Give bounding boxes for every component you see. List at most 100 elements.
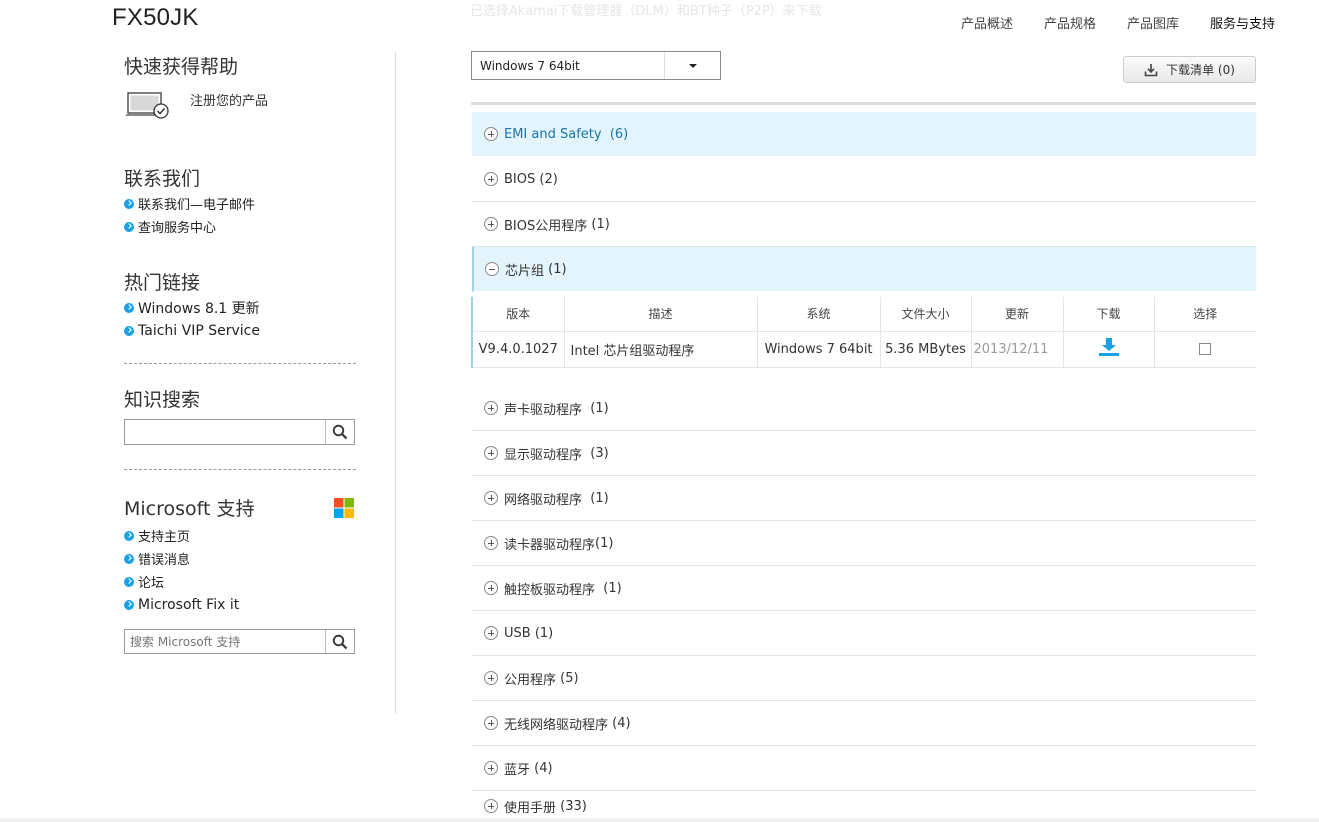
register-product-link[interactable]: 注册您的产品 xyxy=(124,90,356,130)
contact-email-link[interactable]: 联系我们—电子邮件 xyxy=(124,192,356,215)
ms-search-input[interactable] xyxy=(125,630,325,653)
category-count: (4) xyxy=(612,715,631,731)
row-system: Windows 7 64bit xyxy=(757,331,881,368)
dropdown-arrow-icon xyxy=(664,52,720,79)
taichi-vip-label: Taichi VIP Service xyxy=(138,322,260,339)
category-chipset[interactable]: 芯片组 (1) xyxy=(472,247,1256,292)
category-bios[interactable]: BIOS (2) xyxy=(472,157,1256,202)
search-icon xyxy=(332,634,348,649)
row-version: V9.4.0.1027 xyxy=(472,331,565,368)
collapse-minus-icon xyxy=(485,262,499,276)
category-label: BIOS xyxy=(504,171,536,187)
ms-home-label: 支持主页 xyxy=(138,530,191,545)
col-description: 描述 xyxy=(564,297,758,332)
category-count: (6) xyxy=(609,126,629,142)
expand-plus-icon xyxy=(484,761,498,775)
taichi-vip-link[interactable]: Taichi VIP Service xyxy=(124,319,356,342)
microsoft-header: Microsoft 支持 xyxy=(124,494,356,524)
ms-fixit-link[interactable]: Microsoft Fix it xyxy=(124,593,356,616)
register-product-label: 注册您的产品 xyxy=(190,94,269,109)
sidebar-divider-2 xyxy=(124,469,356,470)
col-version: 版本 xyxy=(472,297,565,332)
sidebar: 快速获得帮助 注册您的产品 联系我们 联系我们—电子邮件 查询服务中心 热门链接… xyxy=(124,52,356,654)
category-label: EMI and Safety xyxy=(504,126,602,142)
category-count: (2) xyxy=(539,171,558,187)
expand-plus-icon xyxy=(484,716,498,730)
microsoft-support-title: Microsoft 支持 xyxy=(124,498,255,520)
category-label: 触控板驱动程序 xyxy=(504,582,596,598)
chevron-right-icon xyxy=(124,530,134,541)
bottom-border xyxy=(0,818,1319,822)
category-count: (1) xyxy=(595,535,614,551)
expand-plus-icon xyxy=(484,446,498,460)
category-bios-utility[interactable]: BIOS公用程序 (1) xyxy=(472,202,1256,247)
expand-plus-icon xyxy=(484,799,498,813)
category-label: BIOS公用程序 xyxy=(504,218,588,234)
expand-plus-icon xyxy=(484,671,498,685)
ms-fixit-label: Microsoft Fix it xyxy=(138,596,240,613)
download-arrow-icon xyxy=(1098,338,1119,356)
download-button[interactable] xyxy=(1098,337,1120,361)
ms-home-link[interactable]: 支持主页 xyxy=(124,524,356,547)
category-bluetooth[interactable]: 蓝牙 (4) xyxy=(472,746,1256,791)
service-center-link[interactable]: 查询服务中心 xyxy=(124,215,356,238)
contact-title: 联系我们 xyxy=(124,168,201,190)
row-download-cell xyxy=(1063,331,1155,368)
knowledge-search-title: 知识搜索 xyxy=(124,389,201,411)
nav-specs[interactable]: 产品规格 xyxy=(1044,13,1096,32)
knowledge-search-input[interactable] xyxy=(125,420,325,444)
expand-plus-icon xyxy=(484,581,498,595)
chipset-driver-table: 版本 描述 系统 文件大小 更新 下载 选择 V9.4.0.1027 Intel… xyxy=(471,297,1256,368)
nav-support[interactable]: 服务与支持 xyxy=(1210,13,1275,32)
expand-plus-icon xyxy=(484,536,498,550)
category-label: 读卡器驱动程序 xyxy=(504,537,596,553)
list-top-line xyxy=(471,102,1256,105)
category-count: (5) xyxy=(560,670,579,686)
ms-errors-link[interactable]: 错误消息 xyxy=(124,547,356,570)
ms-search-button[interactable] xyxy=(325,630,354,653)
category-card-reader[interactable]: 读卡器驱动程序 (1) xyxy=(472,521,1256,566)
category-touchpad[interactable]: 触控板驱动程序 (1) xyxy=(472,566,1256,611)
ms-forum-label: 论坛 xyxy=(138,576,165,591)
category-usb[interactable]: USB (1) xyxy=(472,611,1256,656)
expand-plus-icon xyxy=(484,626,498,640)
chevron-right-icon xyxy=(124,576,134,587)
nav-gallery[interactable]: 产品图库 xyxy=(1127,13,1179,32)
category-wireless[interactable]: 无线网络驱动程序 (4) xyxy=(472,701,1256,746)
nav-overview[interactable]: 产品概述 xyxy=(961,13,1013,32)
table-row: V9.4.0.1027 Intel 芯片组驱动程序 Windows 7 64bi… xyxy=(472,331,1256,368)
os-select[interactable]: Windows 7 64bit xyxy=(471,51,721,80)
category-label: 使用手册 xyxy=(504,800,557,816)
col-updated: 更新 xyxy=(971,297,1064,332)
category-label: 蓝牙 xyxy=(504,762,531,778)
category-count: (1) xyxy=(603,580,622,596)
table-header-row: 版本 描述 系统 文件大小 更新 下载 选择 xyxy=(472,297,1256,332)
row-description: Intel 芯片组驱动程序 xyxy=(564,331,758,368)
category-label: 声卡驱动程序 xyxy=(504,402,583,418)
category-display[interactable]: 显示驱动程序 (3) xyxy=(472,431,1256,476)
col-size: 文件大小 xyxy=(880,297,972,332)
category-audio[interactable]: 声卡驱动程序 (1) xyxy=(472,386,1256,431)
col-download: 下载 xyxy=(1063,297,1155,332)
category-count: (1) xyxy=(591,216,610,232)
row-size: 5.36 MBytes xyxy=(880,331,972,368)
download-list-button[interactable]: 下载清单 (0) xyxy=(1123,56,1256,83)
top-nav: 产品概述 产品规格 产品图库 服务与支持 xyxy=(961,13,1275,32)
hot-links-title: 热门链接 xyxy=(124,272,201,294)
expand-plus-icon xyxy=(484,217,498,231)
knowledge-search-button[interactable] xyxy=(325,420,354,444)
ms-forum-link[interactable]: 论坛 xyxy=(124,570,356,593)
quick-help-title: 快速获得帮助 xyxy=(124,56,239,78)
category-count: (1) xyxy=(548,261,567,277)
chevron-right-icon xyxy=(124,599,134,610)
category-emi[interactable]: EMI and Safety (6) xyxy=(472,112,1256,157)
category-network[interactable]: 网络驱动程序 (1) xyxy=(472,476,1256,521)
chevron-right-icon xyxy=(124,198,134,209)
windows-81-update-link[interactable]: Windows 8.1 更新 xyxy=(124,296,356,319)
category-label: 网络驱动程序 xyxy=(504,492,583,508)
product-model-title: FX50JK xyxy=(112,4,199,31)
download-manager-notice: 已选择Akamai下载管理器（DLM）和BT种子（P2P）来下载 xyxy=(470,4,822,19)
select-checkbox[interactable] xyxy=(1199,343,1212,355)
category-utility[interactable]: 公用程序 (5) xyxy=(472,656,1256,701)
category-label: 芯片组 xyxy=(505,263,545,279)
